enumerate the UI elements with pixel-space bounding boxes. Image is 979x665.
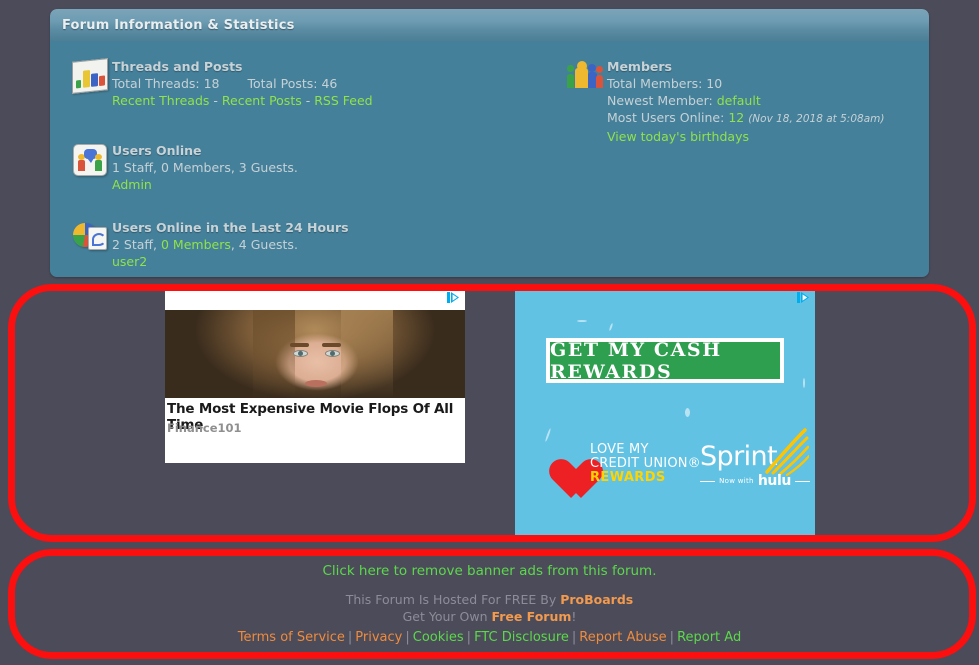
- recent-threads-link[interactable]: Recent Threads: [112, 93, 209, 108]
- threads-posts-counts: Total Threads: 18 Total Posts: 46: [112, 75, 558, 92]
- link-separator: |: [571, 630, 577, 645]
- heart-icon: [540, 443, 588, 487]
- users-online-icon: [68, 142, 112, 176]
- banner-ad-left[interactable]: The Most Expensive Movie Flops Of All Ti…: [165, 288, 465, 463]
- link-separator: -: [213, 93, 218, 108]
- ad-choices-icon[interactable]: [446, 291, 461, 304]
- forum-information-panel: Forum Information & Statistics Threads a…: [50, 9, 929, 277]
- link-separator: -: [305, 93, 311, 108]
- cookies-link[interactable]: Cookies: [413, 630, 464, 645]
- panel-left-column: Threads and Posts Total Threads: 18 Tota…: [68, 42, 558, 270]
- summary-prefix: 2 Staff,: [112, 237, 161, 252]
- pie-chart-page-icon: [68, 219, 112, 251]
- ad-choices-icon[interactable]: [796, 291, 811, 304]
- brand-line-3: REWARDS: [590, 470, 666, 485]
- footer-links: Terms of Service | Privacy | Cookies | FTC Dis…: [0, 629, 979, 647]
- remove-banner-ads-link[interactable]: Click here to remove banner ads from thi…: [322, 563, 656, 579]
- hosted-prefix: This Forum Is Hosted For FREE By: [345, 592, 561, 607]
- view-todays-birthdays-link[interactable]: View today's birthdays: [607, 129, 749, 144]
- total-threads-label: Total Threads: 18: [112, 76, 220, 91]
- ad-left-source: Finance101: [167, 421, 242, 435]
- recent-posts-link[interactable]: Recent Posts: [222, 93, 302, 108]
- users-online-heading: Users Online: [112, 143, 202, 158]
- users-online-24h-summary: 2 Staff, 0 Members, 4 Guests.: [112, 236, 558, 253]
- user-link-user2[interactable]: user2: [112, 254, 147, 269]
- most-users-online-row: Most Users Online: 12 (Nov 18, 2018 at 5…: [607, 109, 923, 128]
- own-prefix: Get Your Own: [402, 609, 492, 624]
- members-group-icon: [563, 58, 607, 88]
- brand-line-2: CREDIT UNION®: [590, 456, 701, 471]
- newest-member-link[interactable]: default: [717, 93, 761, 108]
- users-online-24h-list: user2: [112, 253, 558, 270]
- most-users-online-value: 12: [728, 110, 745, 125]
- page-title: Forum Information & Statistics: [62, 18, 295, 33]
- get-my-cash-rewards-button[interactable]: GET MY CASH REWARDS: [546, 338, 784, 383]
- ftc-disclosure-link[interactable]: FTC Disclosure: [474, 630, 569, 645]
- terms-of-service-link[interactable]: Terms of Service: [238, 630, 345, 645]
- now-with-label: Now with: [719, 477, 754, 485]
- user-link-admin[interactable]: Admin: [112, 177, 152, 192]
- rule-right: [794, 480, 810, 482]
- users-online-block: Users Online 1 Staff, 0 Members, 3 Guest…: [68, 142, 558, 193]
- link-separator: |: [669, 630, 675, 645]
- brand-line-1: LOVE MY: [590, 442, 649, 457]
- newest-member-label: Newest Member:: [607, 93, 713, 108]
- panel-right-column: Members Total Members: 10 Newest Member:…: [563, 42, 923, 145]
- panel-header: Forum Information & Statistics: [50, 9, 929, 42]
- members-block: Members Total Members: 10 Newest Member:…: [563, 58, 923, 145]
- hulu-wordmark: hulu: [757, 473, 792, 489]
- ad-left-image: [165, 310, 465, 398]
- users-online-24h-heading: Users Online in the Last 24 Hours: [112, 220, 349, 235]
- sprint-swoosh-icon: [765, 428, 809, 476]
- free-forum-link[interactable]: Free Forum: [491, 609, 571, 624]
- most-users-online-label: Most Users Online:: [607, 110, 725, 125]
- rule-left: [700, 480, 716, 482]
- birthdays-row: View today's birthdays: [607, 128, 923, 145]
- love-my-credit-union-logo: LOVE MY CREDIT UNION® REWARDS: [590, 443, 701, 485]
- users-online-list: Admin: [112, 176, 558, 193]
- privacy-link[interactable]: Privacy: [355, 630, 402, 645]
- hosted-by-text: This Forum Is Hosted For FREE By ProBoar…: [0, 591, 979, 625]
- link-separator: |: [347, 630, 353, 645]
- own-suffix: !: [571, 609, 577, 624]
- own-forum-line: Get Your Own Free Forum!: [0, 608, 979, 625]
- total-posts-label: Total Posts: 46: [247, 76, 338, 91]
- most-users-online-date: (Nov 18, 2018 at 5:08am): [748, 113, 885, 125]
- threads-posts-links: Recent Threads - Recent Posts - RSS Feed: [112, 92, 558, 109]
- link-separator: |: [466, 630, 472, 645]
- summary-suffix: , 4 Guests.: [230, 237, 298, 252]
- users-online-24h-block: Users Online in the Last 24 Hours 2 Staf…: [68, 219, 558, 270]
- newest-member-row: Newest Member: default: [607, 92, 923, 109]
- total-members-label: Total Members: 10: [607, 76, 723, 91]
- link-separator: |: [405, 630, 410, 645]
- banner-ads-region-highlight: [8, 284, 976, 542]
- cta-label: GET MY CASH REWARDS: [550, 338, 722, 383]
- threads-and-posts-heading: Threads and Posts: [112, 59, 243, 74]
- rss-feed-link[interactable]: RSS Feed: [314, 93, 372, 108]
- report-ad-link[interactable]: Report Ad: [677, 630, 741, 645]
- hosted-line: This Forum Is Hosted For FREE By ProBoar…: [0, 591, 979, 608]
- panel-body: Threads and Posts Total Threads: 18 Tota…: [50, 42, 929, 277]
- bar-chart-icon: [68, 58, 112, 94]
- users-online-summary: 1 Staff, 0 Members, 3 Guests.: [112, 160, 298, 175]
- members-count-link[interactable]: 0 Members: [161, 237, 231, 252]
- report-abuse-link[interactable]: Report Abuse: [579, 630, 666, 645]
- banner-ad-right[interactable]: GET MY CASH REWARDS LOVE MY CREDIT UNION…: [515, 288, 815, 538]
- proboards-link[interactable]: ProBoards: [560, 592, 633, 607]
- now-with-hulu-tagline: Now with hulu: [700, 473, 810, 489]
- members-heading: Members: [607, 59, 672, 74]
- threads-and-posts-block: Threads and Posts Total Threads: 18 Tota…: [68, 58, 558, 109]
- footer: Click here to remove banner ads from thi…: [0, 560, 979, 647]
